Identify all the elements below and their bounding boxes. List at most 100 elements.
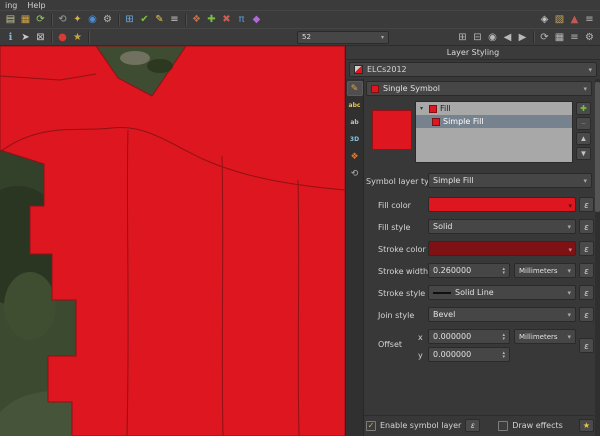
join-style-override-button[interactable]: ε [579, 307, 594, 322]
raster-tools-icon[interactable]: ▦ [18, 12, 33, 27]
measure-icon[interactable]: ◈ [537, 12, 552, 27]
stroke-width-override-button[interactable]: ε [579, 263, 594, 278]
tab-3d-view[interactable]: 3D [347, 132, 363, 147]
fill-style-select[interactable]: Solid ▾ [428, 219, 576, 234]
menu-item-help[interactable]: Help [27, 1, 45, 10]
add-layer-icon[interactable]: ✚ [204, 12, 219, 27]
fill-color-button[interactable]: ▾ [428, 197, 576, 212]
fill-style-override-button[interactable]: ε [579, 219, 594, 234]
legend-icon[interactable]: ▤ [3, 12, 18, 27]
symbol-layer-tree[interactable]: ▾Fill Simple Fill [415, 101, 573, 163]
tab-history[interactable]: ⟲ [347, 166, 363, 181]
panel-scrollbar[interactable] [595, 79, 600, 436]
offset-x-label: x [418, 333, 423, 342]
tab-masks[interactable]: ab [347, 115, 363, 130]
tab-symbology[interactable]: ✎ [347, 81, 363, 96]
north-arrow-icon[interactable]: ▲ [567, 12, 582, 27]
stroke-color-button[interactable]: ▾ [428, 241, 576, 256]
layout-icon[interactable]: ≡ [567, 30, 582, 45]
join-style-select[interactable]: Bevel ▾ [428, 307, 576, 322]
python-console-icon[interactable]: π [234, 12, 249, 27]
symbol-layer-footer: ✓ Enable symbol layer ε Draw effects ★ [364, 415, 594, 433]
spinner-arrows-icon[interactable]: ▴▾ [502, 351, 505, 359]
renderer-select[interactable]: Single Symbol ▾ [366, 81, 592, 96]
refresh-icon[interactable]: ⟳ [33, 12, 48, 27]
menu-item[interactable]: ing [5, 1, 17, 10]
chevron-down-icon: ▾ [568, 246, 572, 254]
fill-color-label: Fill color [378, 201, 411, 210]
plugin-icon[interactable]: ◆ [249, 12, 264, 27]
remove-layer-icon[interactable]: ✖ [219, 12, 234, 27]
undo-icon[interactable]: ⟲ [55, 12, 70, 27]
processing-icon[interactable]: ⚙ [100, 12, 115, 27]
layer-selector[interactable]: ELCs2012 ▾ [349, 62, 597, 77]
offset-x-spinbox[interactable]: 0.000000 ▴▾ [428, 329, 510, 344]
scrollbar-thumb[interactable] [595, 82, 600, 212]
offset-y-spinbox[interactable]: 0.000000 ▴▾ [428, 347, 510, 362]
stroke-width-spinbox[interactable]: 0.260000 ▴▾ [428, 263, 510, 278]
customize-effects-star-button[interactable]: ★ [579, 419, 594, 432]
enable-override-button[interactable]: ε [465, 419, 480, 432]
bookmark-icon[interactable]: ★ [70, 30, 85, 45]
symbol-tree-row[interactable]: ▾Fill [416, 102, 572, 115]
tab-labels[interactable]: abc [347, 98, 363, 113]
enable-symbol-layer-checkbox[interactable]: ✓ [366, 421, 376, 431]
offset-unit-value: Millimeters [519, 333, 558, 341]
deselect-icon[interactable]: ⊠ [33, 30, 48, 45]
annotation-icon[interactable]: ✎ [152, 12, 167, 27]
toolbar-combo[interactable]: 52 ▾ [297, 31, 389, 44]
stroke-style-override-button[interactable]: ε [579, 285, 594, 300]
options-icon[interactable]: ⚙ [582, 30, 597, 45]
expander-icon[interactable]: ▾ [420, 105, 426, 112]
spinner-arrows-icon[interactable]: ▴▾ [502, 267, 505, 275]
chevron-down-icon: ▾ [580, 85, 587, 93]
check-icon: ✓ [368, 421, 375, 430]
select-features-icon[interactable]: ➤ [18, 30, 33, 45]
styling-tabstrip: ✎ abc ab 3D ❖ ⟲ [346, 79, 364, 436]
zoom-full-icon[interactable]: ⊞ [455, 30, 470, 45]
stroke-color-override-button[interactable]: ε [579, 241, 594, 256]
toolbar-separator [533, 31, 534, 43]
refresh-map-icon[interactable]: ⟳ [537, 30, 552, 45]
chevron-down-icon: ▾ [580, 177, 587, 185]
diagram-icon[interactable]: ❖ [189, 12, 204, 27]
globe-icon[interactable]: ◉ [85, 12, 100, 27]
identify-icon[interactable]: ℹ [3, 30, 18, 45]
offset-unit-select[interactable]: Millimeters ▾ [514, 329, 576, 344]
add-symbol-layer-button[interactable]: ✚ [576, 102, 591, 115]
palette-icon[interactable]: ▧ [552, 12, 567, 27]
zoom-out-icon[interactable]: ⊟ [470, 30, 485, 45]
map-render [0, 46, 345, 436]
stroke-style-select[interactable]: Solid Line ▾ [428, 285, 576, 300]
overflow-menu-icon[interactable]: ≡ [582, 12, 597, 27]
remove-symbol-layer-button[interactable]: − [576, 117, 591, 130]
tab-diagrams[interactable]: ❖ [347, 149, 363, 164]
stroke-width-unit-value: Millimeters [519, 267, 558, 275]
label-check-icon[interactable]: ✔ [137, 12, 152, 27]
symbol-tree-row[interactable]: Simple Fill [416, 115, 572, 128]
text-annotation-icon[interactable]: ≡ [167, 12, 182, 27]
record-edits-icon[interactable]: ● [55, 30, 70, 45]
attribute-table-icon[interactable]: ⊞ [122, 12, 137, 27]
chevron-down-icon: ▾ [564, 289, 571, 297]
combo-value: 52 [302, 33, 311, 41]
zoom-native-icon[interactable]: ◉ [485, 30, 500, 45]
move-up-button[interactable]: ▲ [576, 132, 591, 145]
draw-effects-checkbox[interactable] [498, 421, 508, 431]
move-down-button[interactable]: ▼ [576, 147, 591, 160]
offset-override-button[interactable]: ε [579, 338, 594, 353]
zoom-next-icon[interactable]: ▶ [515, 30, 530, 45]
symbol-preview [372, 110, 412, 150]
stroke-width-unit-select[interactable]: Millimeters ▾ [514, 263, 576, 278]
spinner-arrows-icon[interactable]: ▴▾ [502, 333, 505, 341]
new-map-view-icon[interactable]: ▦ [552, 30, 567, 45]
secondary-toolbar: ℹ➤⊠ ●★ 52 ▾ ⊞⊟◉◀▶ ⟳▦≡⚙ [0, 28, 600, 46]
fill-style-row: Fill style Solid ▾ ε [364, 219, 594, 235]
fill-color-override-button[interactable]: ε [579, 197, 594, 212]
join-style-row: Join style Bevel ▾ ε [364, 307, 594, 323]
symbol-tree-label: Simple Fill [443, 117, 484, 126]
style-manager-icon[interactable]: ✦ [70, 12, 85, 27]
symbol-layer-type-select[interactable]: Simple Fill ▾ [428, 173, 592, 188]
zoom-last-icon[interactable]: ◀ [500, 30, 515, 45]
map-canvas[interactable] [0, 46, 345, 436]
